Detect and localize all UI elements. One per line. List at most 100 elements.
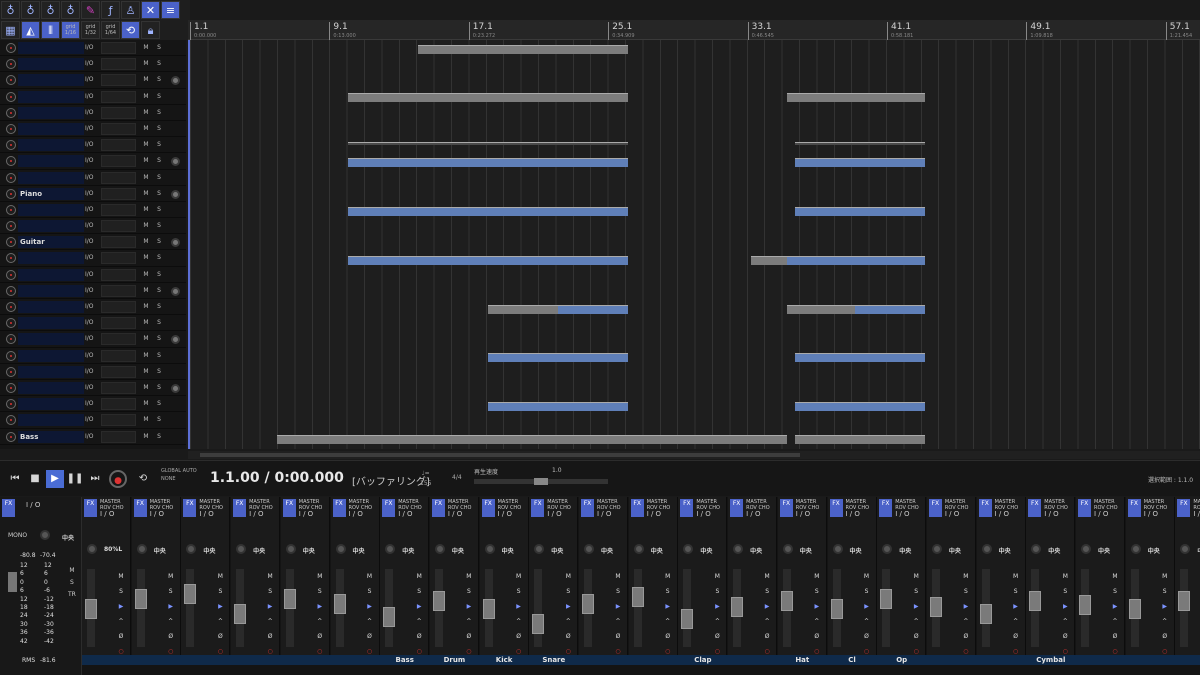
track-row[interactable]: I/O M S: [0, 72, 186, 89]
pan-knob[interactable]: [136, 544, 147, 554]
close-icon[interactable]: ✕: [141, 1, 160, 19]
mute-button[interactable]: M: [910, 569, 922, 584]
solo-button[interactable]: S: [154, 155, 164, 167]
send-block[interactable]: MASTERROV CHOI / O: [199, 499, 223, 518]
mute-button[interactable]: M: [141, 204, 151, 216]
record-arm-icon[interactable]: [6, 188, 16, 199]
fx-button[interactable]: FX: [581, 499, 594, 517]
phase-icon[interactable]: Ø: [811, 629, 823, 644]
automation-icon[interactable]: ^: [1109, 614, 1121, 629]
mute-button[interactable]: M: [214, 569, 226, 584]
phase-icon[interactable]: Ø: [463, 629, 475, 644]
mute-button[interactable]: M: [165, 569, 177, 584]
send-block[interactable]: MASTERROV CHOI / O: [696, 499, 720, 518]
mute-button[interactable]: M: [141, 58, 151, 70]
metronome-icon-2[interactable]: ♙: [121, 1, 140, 19]
phase-icon[interactable]: Ø: [1159, 629, 1171, 644]
mute-button[interactable]: M: [141, 123, 151, 135]
fader-knob[interactable]: [1029, 591, 1042, 611]
track-slot[interactable]: [101, 106, 136, 119]
record-arm-icon[interactable]: [6, 91, 16, 102]
mute-button[interactable]: M: [662, 569, 674, 584]
volume-fader[interactable]: [134, 569, 147, 647]
solo-button[interactable]: S: [154, 317, 164, 329]
automation-icon[interactable]: ^: [165, 614, 177, 629]
track-name[interactable]: [18, 414, 84, 427]
grid-1-16-button[interactable]: grid 1/16: [61, 21, 80, 39]
mute-button[interactable]: M: [811, 569, 823, 584]
folder-toggle-icon[interactable]: [171, 286, 180, 296]
track-io[interactable]: I/O: [85, 123, 99, 135]
record-arm-icon[interactable]: [6, 334, 16, 345]
track-row[interactable]: I/O M S: [0, 412, 186, 429]
loop-metronome-icon[interactable]: ♁: [61, 1, 80, 19]
send-block[interactable]: MASTERROV CHOI / O: [249, 499, 273, 518]
fader-knob[interactable]: [780, 591, 793, 611]
volume-fader[interactable]: [830, 569, 843, 647]
track-row[interactable]: I/O M S: [0, 364, 186, 380]
track-name[interactable]: [18, 90, 84, 103]
record-arm-icon[interactable]: [6, 285, 16, 296]
phase-icon[interactable]: Ø: [364, 629, 376, 644]
track-io[interactable]: I/O: [85, 317, 99, 329]
record-arm-icon[interactable]: [6, 172, 16, 183]
volume-fader[interactable]: [1128, 569, 1141, 647]
mute-button[interactable]: M: [861, 569, 873, 584]
mute-button[interactable]: M: [141, 269, 151, 281]
fader-knob[interactable]: [184, 584, 197, 604]
automation-icon[interactable]: ^: [612, 614, 624, 629]
mute-button[interactable]: M: [141, 42, 151, 54]
track-io[interactable]: I/O: [85, 74, 99, 86]
track-row[interactable]: I/O M S: [0, 218, 186, 235]
clip[interactable]: [418, 45, 628, 54]
pan-knob[interactable]: [1180, 544, 1191, 554]
clip[interactable]: [558, 305, 628, 314]
record-arm-icon[interactable]: [6, 318, 16, 329]
mute-button[interactable]: M: [562, 569, 574, 584]
phase-icon[interactable]: Ø: [662, 629, 674, 644]
track-row[interactable]: I/O M S: [0, 170, 186, 186]
pan-knob[interactable]: [882, 544, 893, 554]
channel-label[interactable]: Snare: [529, 655, 578, 665]
solo-button[interactable]: S: [612, 584, 624, 599]
track-slot[interactable]: [101, 58, 136, 71]
track-io[interactable]: I/O: [85, 58, 99, 70]
track-name[interactable]: [18, 74, 84, 87]
track-io[interactable]: I/O: [85, 139, 99, 151]
track-name[interactable]: [18, 122, 84, 135]
track-name[interactable]: [18, 106, 84, 119]
solo-button[interactable]: S: [154, 139, 164, 151]
clip[interactable]: [795, 158, 925, 167]
pan-knob[interactable]: [733, 544, 744, 554]
track-io[interactable]: I/O: [85, 269, 99, 281]
record-arm-icon[interactable]: [6, 350, 16, 361]
fader-knob[interactable]: [731, 597, 744, 617]
mute-button[interactable]: M: [141, 252, 151, 264]
play-icon[interactable]: ▶: [46, 470, 64, 488]
fx-button[interactable]: FX: [978, 499, 992, 517]
fx-button[interactable]: FX: [84, 499, 97, 517]
play-icon[interactable]: ▶: [960, 599, 972, 614]
volume-fader[interactable]: [681, 569, 694, 647]
mute-button[interactable]: M: [141, 236, 151, 248]
fader-knob[interactable]: [383, 607, 396, 627]
master-solo[interactable]: S: [68, 577, 76, 589]
volume-fader[interactable]: [880, 569, 893, 647]
track-row[interactable]: I/O M S: [0, 56, 186, 73]
track-row[interactable]: I/O M S: [0, 40, 186, 57]
track-name[interactable]: [18, 155, 84, 168]
mute-button[interactable]: M: [711, 569, 723, 584]
volume-fader[interactable]: [383, 569, 396, 647]
pan-knob[interactable]: [683, 544, 694, 554]
lock-icon[interactable]: 🔒︎: [141, 21, 160, 39]
fx-button[interactable]: FX: [431, 499, 445, 517]
track-name[interactable]: [18, 317, 84, 330]
track-slot[interactable]: [101, 139, 136, 152]
mute-button[interactable]: M: [314, 569, 326, 584]
mute-button[interactable]: M: [1059, 569, 1071, 584]
fx-button[interactable]: FX: [1078, 499, 1091, 517]
play-icon[interactable]: ▶: [314, 599, 326, 614]
solo-button[interactable]: S: [463, 584, 475, 599]
solo-button[interactable]: S: [154, 204, 164, 216]
fader-knob[interactable]: [234, 604, 247, 624]
